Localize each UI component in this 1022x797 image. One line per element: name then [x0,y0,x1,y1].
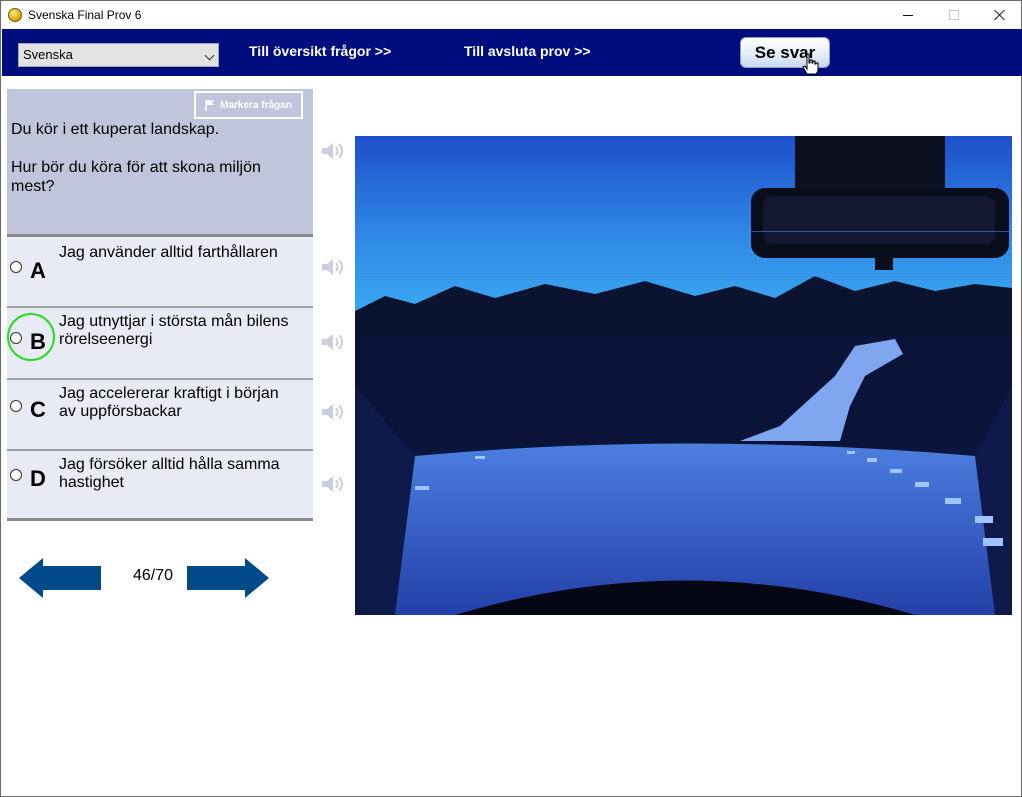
maximize-icon [949,10,959,20]
next-label: Nästa [286,572,314,583]
maximize-button[interactable] [931,1,977,29]
app-logo-icon [8,8,22,22]
minimize-icon [903,14,913,16]
option-divider [7,518,313,521]
flag-icon [205,100,215,111]
speaker-icon[interactable] [320,331,344,353]
speaker-icon[interactable] [320,401,344,423]
hand-pointer-cursor-icon [802,53,819,75]
close-button[interactable] [977,1,1022,29]
mark-question-button[interactable]: Markera frågan [194,91,303,119]
minimize-button[interactable] [885,1,931,29]
next-button[interactable]: Nästa [187,558,314,598]
selected-option-highlight [7,313,55,361]
speaker-icon[interactable] [320,256,344,278]
arrow-left-icon [19,558,101,598]
option-a-text: Jag använder alltid farthållaren [59,244,278,261]
question-intro: Du kör i ett kuperat landskap. [11,121,220,138]
speaker-icon[interactable] [320,473,344,495]
mark-question-label: Markera frågan [220,99,292,111]
option-c[interactable]: C Jag accelererar kraftigt i början av u… [7,380,313,449]
close-icon [994,9,1006,21]
option-c-text: Jag accelererar kraftigt i början av upp… [59,385,279,420]
previous-button[interactable]: Föregående [19,558,177,598]
chevron-down-icon [204,50,215,61]
question-text: Hur bör du köra för att skona miljön mes… [11,159,261,195]
arrow-right-icon [187,558,269,598]
option-a-letter: A [30,258,46,283]
app-window: Svenska Final Prov 6 Svenska Till översi… [0,0,1022,797]
option-c-letter: C [30,397,46,422]
option-b-text: Jag utnyttjar i största mån bilens rörel… [59,313,289,348]
overview-questions-link[interactable]: Till översikt frågor >> [249,43,391,59]
title-bar: Svenska Final Prov 6 [1,1,1021,29]
option-d-radio[interactable] [10,469,22,481]
option-a[interactable]: A Jag använder alltid farthållaren [7,237,313,306]
option-d-letter: D [30,466,46,491]
option-a-radio[interactable] [10,261,22,273]
question-counter: 46/70 [133,567,174,584]
option-c-radio[interactable] [10,400,22,412]
option-d-text: Jag försöker alltid hålla samma hastighe… [59,456,280,491]
top-navigation-bar: Svenska Till översikt frågor >> Till avs… [2,29,1022,76]
option-d[interactable]: D Jag försöker alltid hålla samma hastig… [7,451,313,518]
language-select-value: Svenska [23,47,73,62]
speaker-icon[interactable] [320,140,344,162]
question-photo [355,136,1012,615]
language-select[interactable]: Svenska [18,43,219,67]
finish-test-link[interactable]: Till avsluta prov >> [464,43,591,59]
window-title: Svenska Final Prov 6 [28,8,142,22]
question-panel: Markera frågan Du kör i ett kuperat land… [7,89,313,235]
